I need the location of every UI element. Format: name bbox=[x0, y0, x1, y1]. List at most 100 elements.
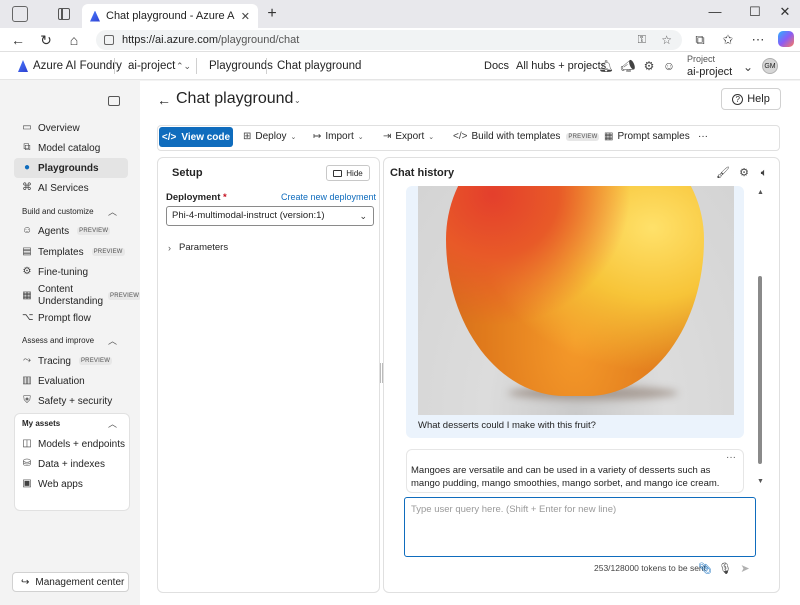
parameters-expander[interactable]: › Parameters bbox=[168, 242, 228, 253]
sidebar-item-playgrounds[interactable]: ● Playgrounds bbox=[14, 158, 128, 178]
sidebar-item-evaluation[interactable]: ▥ Evaluation bbox=[14, 371, 128, 391]
attach-icon[interactable]: 📎︎ bbox=[698, 562, 712, 576]
required-mark: * bbox=[223, 192, 227, 203]
prompt-samples-button[interactable]: ▦ Prompt samples bbox=[604, 131, 690, 142]
docs-link[interactable]: Docs bbox=[484, 60, 509, 72]
user-query-input[interactable] bbox=[411, 504, 749, 550]
sidebar-item-label: Evaluation bbox=[38, 375, 85, 387]
message-more-icon[interactable]: ··· bbox=[726, 452, 736, 463]
sidebar-item-model-catalog[interactable]: ⧉ Model catalog bbox=[14, 138, 128, 158]
clear-chat-brush-icon[interactable]: 🖌︎ bbox=[716, 166, 730, 180]
sidebar-item-prompt-flow[interactable]: ⌥ Prompt flow bbox=[14, 308, 128, 328]
sidebar-item-models-endpoints[interactable]: ◫ Models + endpoints bbox=[14, 434, 128, 454]
microphone-icon[interactable]: 🎙︎ bbox=[718, 562, 732, 576]
create-deployment-link[interactable]: Create new deployment bbox=[281, 192, 376, 202]
avatar[interactable]: GM bbox=[762, 58, 778, 74]
scroll-down-arrow-icon[interactable]: ▼ bbox=[757, 478, 764, 485]
mango-image bbox=[418, 186, 734, 415]
sidebar-item-label: Overview bbox=[38, 122, 80, 134]
chevron-down-icon: ⌄ bbox=[357, 133, 364, 141]
all-hubs-link[interactable]: All hubs + projects bbox=[516, 60, 606, 72]
export-button[interactable]: ⇥ Export ⌄ bbox=[383, 131, 434, 142]
management-center-icon: ↪ bbox=[21, 576, 30, 588]
project-value[interactable]: ai-project bbox=[687, 66, 732, 78]
chat-history-title: Chat history bbox=[390, 167, 455, 179]
profile-icon[interactable] bbox=[12, 6, 28, 22]
title-chevron-down-icon[interactable]: ⌄ bbox=[294, 96, 301, 105]
feedback-icon[interactable]: 📣︎ bbox=[620, 58, 636, 74]
preview-badge: PREVIEW bbox=[77, 227, 111, 235]
user-message-text: What desserts could I make with this fru… bbox=[418, 420, 596, 431]
browser-tab[interactable]: Chat playground - Azure AI Foundry ✕ bbox=[82, 4, 258, 28]
section-collapse-chevron-icon[interactable]: ︿ bbox=[108, 205, 117, 218]
prompt-samples-icon: ▦ bbox=[604, 131, 614, 142]
deployment-value: Phi-4-multimodal-instruct (version:1) bbox=[172, 210, 325, 221]
section-collapse-chevron-icon[interactable]: ︿ bbox=[108, 334, 117, 347]
favorites-icon[interactable]: ✩ bbox=[718, 30, 738, 50]
breadcrumb-divider bbox=[196, 58, 197, 74]
favorite-star-icon[interactable]: ☆ bbox=[661, 30, 672, 50]
sidebar-item-overview[interactable]: ▭ Overview bbox=[14, 118, 128, 138]
sidebar-item-data-indexes[interactable]: ⛁ Data + indexes bbox=[14, 454, 128, 474]
hide-setup-button[interactable]: Hide bbox=[326, 165, 370, 181]
sidebar-item-ai-services[interactable]: ⌘ AI Services bbox=[14, 178, 128, 198]
preview-badge: PREVIEW bbox=[91, 248, 125, 256]
more-actions-button[interactable]: ··· bbox=[698, 131, 708, 142]
sidebar-item-tracing[interactable]: ⤳ Tracing PREVIEW bbox=[14, 351, 128, 371]
sidebar-item-fine-tuning[interactable]: ⚙ Fine-tuning bbox=[14, 262, 128, 282]
help-button[interactable]: ? Help bbox=[721, 88, 781, 110]
code-icon: </> bbox=[453, 131, 468, 142]
chat-scrollbar[interactable] bbox=[758, 276, 762, 464]
view-code-button[interactable]: </> View code bbox=[159, 127, 233, 147]
close-window-button[interactable]: ✕ bbox=[770, 4, 800, 20]
fine-tuning-icon: ⚙ bbox=[22, 266, 32, 277]
chevron-down-icon: ⌄ bbox=[290, 133, 297, 141]
scroll-up-arrow-icon[interactable]: ▲ bbox=[757, 189, 764, 196]
page-back-icon[interactable]: ← bbox=[157, 92, 171, 108]
speaker-icon[interactable]: 🔈︎ bbox=[757, 166, 771, 180]
sidebar-item-label: Tracing bbox=[38, 355, 71, 367]
sidebar-collapse-icon[interactable] bbox=[108, 96, 120, 106]
minimize-button[interactable]: — bbox=[700, 4, 730, 19]
refresh-icon[interactable]: ↻ bbox=[36, 30, 56, 50]
maximize-button[interactable]: ☐ bbox=[740, 4, 770, 20]
settings-more-icon[interactable]: ⋯ bbox=[748, 30, 768, 50]
sidebar-item-web-apps[interactable]: ▣ Web apps bbox=[14, 474, 128, 494]
setup-title: Setup bbox=[172, 167, 203, 179]
notifications-icon[interactable]: 🔔︎ bbox=[598, 58, 614, 74]
browser-tab-bar: Chat playground - Azure AI Foundry ✕ + —… bbox=[0, 0, 800, 28]
url-bar[interactable]: https://ai.azure.com/playground/chat ⚿ ☆ bbox=[96, 30, 682, 50]
deploy-button[interactable]: ⊞ Deploy ⌄ bbox=[243, 131, 296, 142]
new-tab-button[interactable]: + bbox=[262, 5, 282, 25]
sidebar-item-content-understanding[interactable]: ▦ Content Understanding PREVIEW bbox=[14, 283, 142, 309]
sidebar-item-label: AI Services bbox=[38, 182, 89, 194]
brand-name[interactable]: Azure AI Foundry bbox=[33, 60, 122, 72]
project-switch-icon[interactable]: ⌃⌄ bbox=[176, 61, 191, 72]
send-icon[interactable]: ➤ bbox=[738, 562, 752, 576]
deployment-select[interactable]: Phi-4-multimodal-instruct (version:1) ⌄ bbox=[166, 206, 374, 226]
copilot-icon[interactable] bbox=[778, 31, 794, 47]
key-icon[interactable]: ⚿ bbox=[638, 30, 646, 50]
management-center-button[interactable]: ↪ Management center bbox=[12, 572, 129, 592]
back-icon[interactable]: ← bbox=[8, 30, 28, 50]
breadcrumb-playgrounds[interactable]: Playgrounds bbox=[209, 60, 273, 72]
tab-close-icon[interactable]: ✕ bbox=[241, 10, 250, 23]
sidebar-item-safety-security[interactable]: ⛨ Safety + security bbox=[14, 391, 128, 411]
section-collapse-chevron-icon[interactable]: ︿ bbox=[108, 417, 117, 430]
user-query-box[interactable] bbox=[404, 497, 756, 557]
smiley-icon[interactable]: ☺ bbox=[661, 58, 677, 74]
project-chevron-down-icon[interactable]: ⌄ bbox=[740, 59, 756, 75]
section-my-assets: My assets bbox=[22, 419, 61, 428]
chat-settings-gear-icon[interactable]: ⚙ bbox=[737, 166, 751, 180]
sidebar-item-agents[interactable]: ☺ Agents PREVIEW bbox=[14, 221, 128, 241]
settings-gear-icon[interactable]: ⚙ bbox=[641, 58, 657, 74]
playgrounds-icon: ● bbox=[23, 162, 31, 173]
tab-actions-icon[interactable] bbox=[58, 7, 70, 20]
sidebar-item-templates[interactable]: ▤ Templates PREVIEW bbox=[14, 242, 128, 262]
build-with-templates-button[interactable]: </> Build with templates PREVIEW bbox=[453, 131, 600, 142]
import-button[interactable]: ↦ Import ⌄ bbox=[313, 131, 364, 142]
home-icon[interactable]: ⌂ bbox=[64, 30, 84, 50]
extensions-icon[interactable]: ⧉ bbox=[690, 30, 710, 50]
sidebar-item-label: Playgrounds bbox=[38, 162, 99, 174]
breadcrumb-project[interactable]: ai-project bbox=[128, 60, 175, 72]
